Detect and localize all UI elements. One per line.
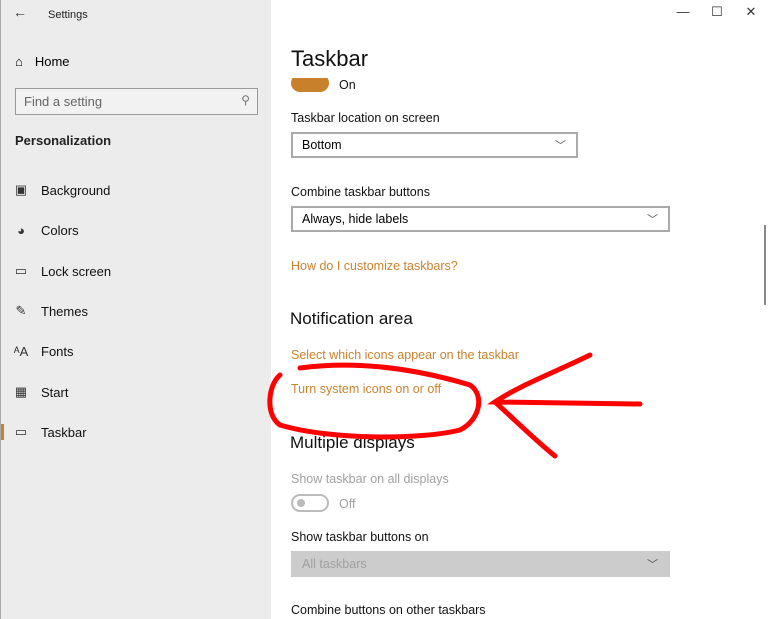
label: Background [41,182,111,198]
section-heading: Personalization [15,133,112,148]
label: Taskbar [41,424,87,440]
notification-heading: Notification area [290,309,413,328]
location-dropdown[interactable]: Bottom ﹀ [291,132,578,158]
chevron-down-icon: ﹀ [647,559,658,571]
chevron-down-icon: ﹀ [647,214,658,226]
search-icon[interactable]: ⚲ [241,93,250,107]
customize-link[interactable]: How do I customize taskbars? [291,259,458,273]
multiple-displays-heading: Multiple displays [290,433,415,452]
select-icons-link[interactable]: Select which icons appear on the taskbar [291,348,519,362]
maximize-button[interactable]: ☐ [700,0,734,24]
content-pane: — ☐ ✕ Taskbar On Taskbar location on scr… [271,0,768,619]
window-controls: — ☐ ✕ [666,0,768,24]
sidebar-item-taskbar[interactable]: ▭ Taskbar [1,417,272,447]
scrollbar[interactable] [764,225,766,305]
themes-icon: ✎ [15,303,27,318]
app-title: Settings [48,9,88,21]
sidebar-item-home[interactable]: ⌂ Home [15,54,70,69]
minimize-button[interactable]: — [666,0,700,24]
label: Themes [41,303,88,319]
palette-icon: ◕ [17,222,25,238]
value: Bottom [302,138,342,152]
sidebar-item-lock-screen[interactable]: ▭ Lock screen [1,256,272,286]
label: Colors [41,222,79,238]
home-icon: ⌂ [15,54,23,69]
label: Start [41,384,69,400]
chevron-down-icon: ﹀ [555,140,566,152]
taskbar-icon: ▭ [14,424,28,439]
page-title: Taskbar [291,46,369,71]
background-icon: ▣ [14,182,28,197]
sidebar-item-fonts[interactable]: ᴬA Fonts [1,336,272,366]
system-icons-link[interactable]: Turn system icons on or off [291,382,441,396]
search-input[interactable]: Find a setting ⚲ [15,88,258,115]
label: Fonts [41,343,74,359]
value: All taskbars [302,557,367,571]
fonts-icon: ᴬA [13,343,29,359]
close-button[interactable]: ✕ [734,0,768,24]
sidebar-item-colors[interactable]: ◕ Colors [1,215,272,245]
toggle-state: On [339,78,356,92]
location-label: Taskbar location on screen [291,111,440,125]
sidebar-item-start[interactable]: ▦ Start [1,377,272,407]
lock-screen-icon: ▭ [14,263,28,278]
toggle-switch-off[interactable] [291,494,329,512]
combine-other-label: Combine buttons on other taskbars [291,603,486,617]
back-button[interactable]: ← [13,4,27,20]
show-all-label: Show taskbar on all displays [291,472,449,486]
start-icon: ▦ [14,384,28,399]
sidebar-item-background[interactable]: ▣ Background [1,175,272,205]
label: Lock screen [41,263,112,279]
sidebar-item-themes[interactable]: ✎ Themes [1,296,272,326]
sidebar: ← Settings ⌂ Home Find a setting ⚲ Persona… [0,0,271,619]
value: Always, hide labels [302,212,409,226]
show-buttons-label: Show taskbar buttons on [291,530,429,544]
toggle-state: Off [339,497,356,511]
combine-label: Combine taskbar buttons [291,185,430,199]
search-placeholder: Find a setting [24,94,103,109]
show-buttons-dropdown[interactable]: All taskbars ﹀ [291,551,670,577]
home-label: Home [34,54,70,69]
combine-dropdown[interactable]: Always, hide labels ﹀ [291,206,670,232]
